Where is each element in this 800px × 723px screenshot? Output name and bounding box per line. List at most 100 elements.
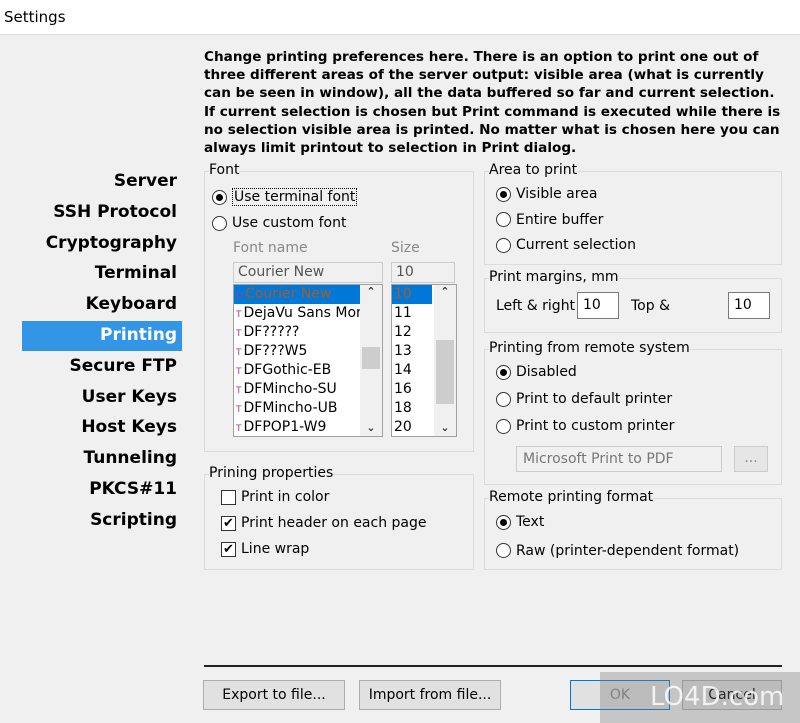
use-terminal-font-radio[interactable]: Use terminal font [212,188,358,206]
sidebar-item-host-keys[interactable]: Host Keys [81,417,177,437]
font-group-label: Font [209,162,240,178]
browse-printer-button[interactable]: ... [734,446,768,472]
radio-icon [496,237,511,253]
font-type-icon: O [236,291,244,301]
sidebar-item-scripting[interactable]: Scripting [90,510,177,530]
format-group [484,498,782,570]
size-list[interactable]: 101112131416182024 ⌃⌄ [391,284,457,437]
property-checkbox[interactable]: ✔ Print header on each page [221,515,427,531]
font-list-item[interactable]: T DFGothic-EB [234,361,360,380]
area-option-radio[interactable]: Entire buffer [496,212,603,228]
top-input[interactable]: 10 [728,292,770,319]
font-type-icon: T [236,310,242,320]
description-text: Change printing preferences here. There … [204,49,781,157]
size-list-item[interactable]: 18 [392,399,432,418]
area-option-radio[interactable]: Visible area [496,186,597,202]
font-name: DF????? [243,324,300,340]
format-option-radio[interactable]: Raw (printer-dependent format) [496,543,739,559]
size-list-item[interactable]: 12 [392,323,432,342]
size-list-item[interactable]: 16 [392,380,432,399]
sidebar-item-server[interactable]: Server [114,171,177,191]
use-custom-font-radio[interactable]: Use custom font [212,215,346,231]
format-group-label: Remote printing format [489,489,654,505]
checkbox-icon: ✔ [221,541,236,557]
remote-option-radio[interactable]: Print to custom printer [496,418,674,434]
font-name-label: Font name [233,240,308,256]
font-name: DFGothic-EB [243,362,332,378]
size-list-item[interactable]: 11 [392,304,432,323]
radio-label: Raw (printer-dependent format) [516,542,740,559]
font-list-item[interactable]: T DFPOP1-W9 [234,418,360,436]
size-list-item[interactable]: 13 [392,342,432,361]
format-option-radio[interactable]: Text [496,514,544,530]
size-input[interactable]: 10 [391,262,455,283]
sidebar-item-cryptography[interactable]: Cryptography [46,233,177,253]
sidebar-item-ssh-protocol[interactable]: SSH Protocol [53,202,177,222]
radio-icon [496,418,511,434]
sidebar-item-user-keys[interactable]: User Keys [82,387,177,407]
sidebar-item-pkcs-11[interactable]: PKCS#11 [89,479,177,499]
window-title: Settings [4,8,66,26]
radio-label: Current selection [516,237,636,253]
sidebar-item-terminal[interactable]: Terminal [95,263,177,283]
font-name: DFPOP1-W9 [243,419,327,435]
sidebar-item-keyboard[interactable]: Keyboard [86,294,177,314]
size-list-scrollbar[interactable]: ⌃ ⌄ [434,285,456,436]
property-checkbox[interactable]: ✔ Line wrap [221,541,309,557]
sidebar-item-tunneling[interactable]: Tunneling [84,448,178,468]
font-type-icon: T [236,386,242,396]
area-option-radio[interactable]: Current selection [496,237,636,253]
font-list-item[interactable]: T DFMincho-SU [234,380,360,399]
radio-icon [496,212,511,227]
custom-printer-input[interactable]: Microsoft Print to PDF [516,446,722,472]
font-type-icon: T [236,367,242,377]
left-right-input[interactable]: 10 [577,292,619,319]
properties-group-label: Prining properties [209,465,334,481]
remote-group-label: Printing from remote system [489,340,690,356]
font-list-item[interactable]: O Courier New [234,285,360,304]
scroll-thumb[interactable] [362,347,380,369]
size-list-item[interactable]: 20 [392,418,432,436]
left-right-label: Left & right [496,298,576,314]
font-list-scrollbar[interactable]: ⌃ ⌄ [360,285,382,436]
import-button[interactable]: Import from file... [359,680,501,710]
font-name-input[interactable]: Courier New [233,262,383,283]
radio-label: Use terminal font [232,188,358,206]
export-button[interactable]: Export to file... [203,680,345,710]
title-bar: Settings [0,0,800,35]
checkbox-icon [221,489,236,505]
size-list-item[interactable]: 14 [392,361,432,380]
property-checkbox[interactable]: Print in color [221,489,329,505]
radio-icon [496,543,511,558]
size-list-item[interactable]: 10 [392,285,432,304]
checkbox-label: Print header on each page [241,515,427,531]
size-label: Size [391,240,420,256]
font-type-icon: T [236,348,242,358]
margins-group-label: Print margins, mm [489,269,619,285]
checkbox-label: Print in color [241,489,330,505]
radio-icon [496,186,511,202]
radio-label: Entire buffer [516,211,604,228]
font-type-icon: T [236,329,242,339]
scroll-thumb[interactable] [436,340,454,404]
radio-icon [496,364,511,380]
checkbox-icon: ✔ [221,515,236,531]
font-type-icon: T [236,424,242,434]
font-name: DejaVu Sans Mono [243,305,374,321]
font-name: Courier New [245,286,332,302]
font-list-item[interactable]: T DF????? [234,323,360,342]
sidebar-item-secure-ftp[interactable]: Secure FTP [70,356,177,376]
sidebar-item-printing[interactable]: Printing [100,325,177,345]
remote-option-radio[interactable]: Print to default printer [496,391,672,407]
radio-label: Text [516,514,545,530]
checkbox-label: Line wrap [241,541,310,557]
font-type-icon: T [236,405,242,415]
remote-option-radio[interactable]: Disabled [496,364,577,380]
radio-icon [496,391,511,407]
font-list-item[interactable]: T DF???W5 [234,342,360,361]
separator [204,665,782,667]
radio-icon [496,514,511,530]
font-list-item[interactable]: T DejaVu Sans Mono [234,304,373,323]
font-list-item[interactable]: T DFMincho-UB [234,399,360,418]
font-list[interactable]: O Courier New T DejaVu Sans Mono T DF????? T DF… [233,284,383,437]
